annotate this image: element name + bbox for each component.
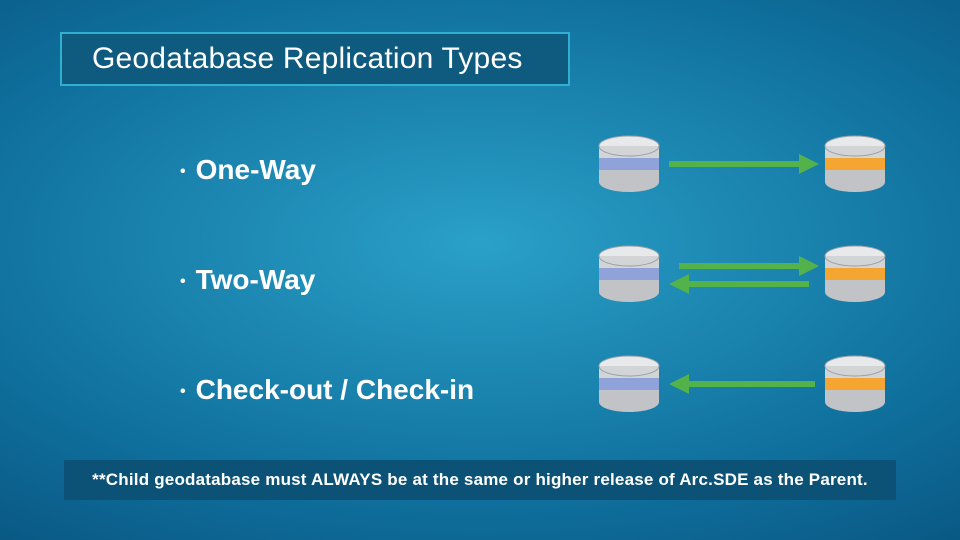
- database-icon: [599, 246, 659, 302]
- slide-title-bar: Geodatabase Replication Types: [60, 32, 570, 86]
- bullet-dot-icon: •: [180, 384, 186, 400]
- database-icon: [825, 356, 885, 412]
- bullet-label: One-Way: [196, 154, 316, 186]
- bullet-dot-icon: •: [180, 164, 186, 180]
- bullet-dot-icon: •: [180, 274, 186, 290]
- slide-title: Geodatabase Replication Types: [92, 42, 523, 76]
- bullet-label: Two-Way: [196, 264, 316, 296]
- footnote-text: **Child geodatabase must ALWAYS be at th…: [92, 470, 868, 490]
- two-way-diagram: [597, 244, 887, 304]
- arrow-left-icon: [669, 374, 815, 394]
- database-icon: [825, 136, 885, 192]
- database-icon: [599, 356, 659, 412]
- arrow-right-icon: [669, 154, 819, 174]
- check-out-check-in-diagram: [597, 354, 887, 414]
- bullet: • Check-out / Check-in: [180, 374, 474, 406]
- bullet-label: Check-out / Check-in: [196, 374, 474, 406]
- bullet: • One-Way: [180, 154, 316, 186]
- footnote-bar: **Child geodatabase must ALWAYS be at th…: [64, 460, 896, 500]
- one-way-diagram: [597, 134, 887, 194]
- database-icon: [825, 246, 885, 302]
- arrow-right-icon: [679, 256, 819, 276]
- database-icon: [599, 136, 659, 192]
- arrow-left-icon: [669, 274, 809, 294]
- bullet: • Two-Way: [180, 264, 315, 296]
